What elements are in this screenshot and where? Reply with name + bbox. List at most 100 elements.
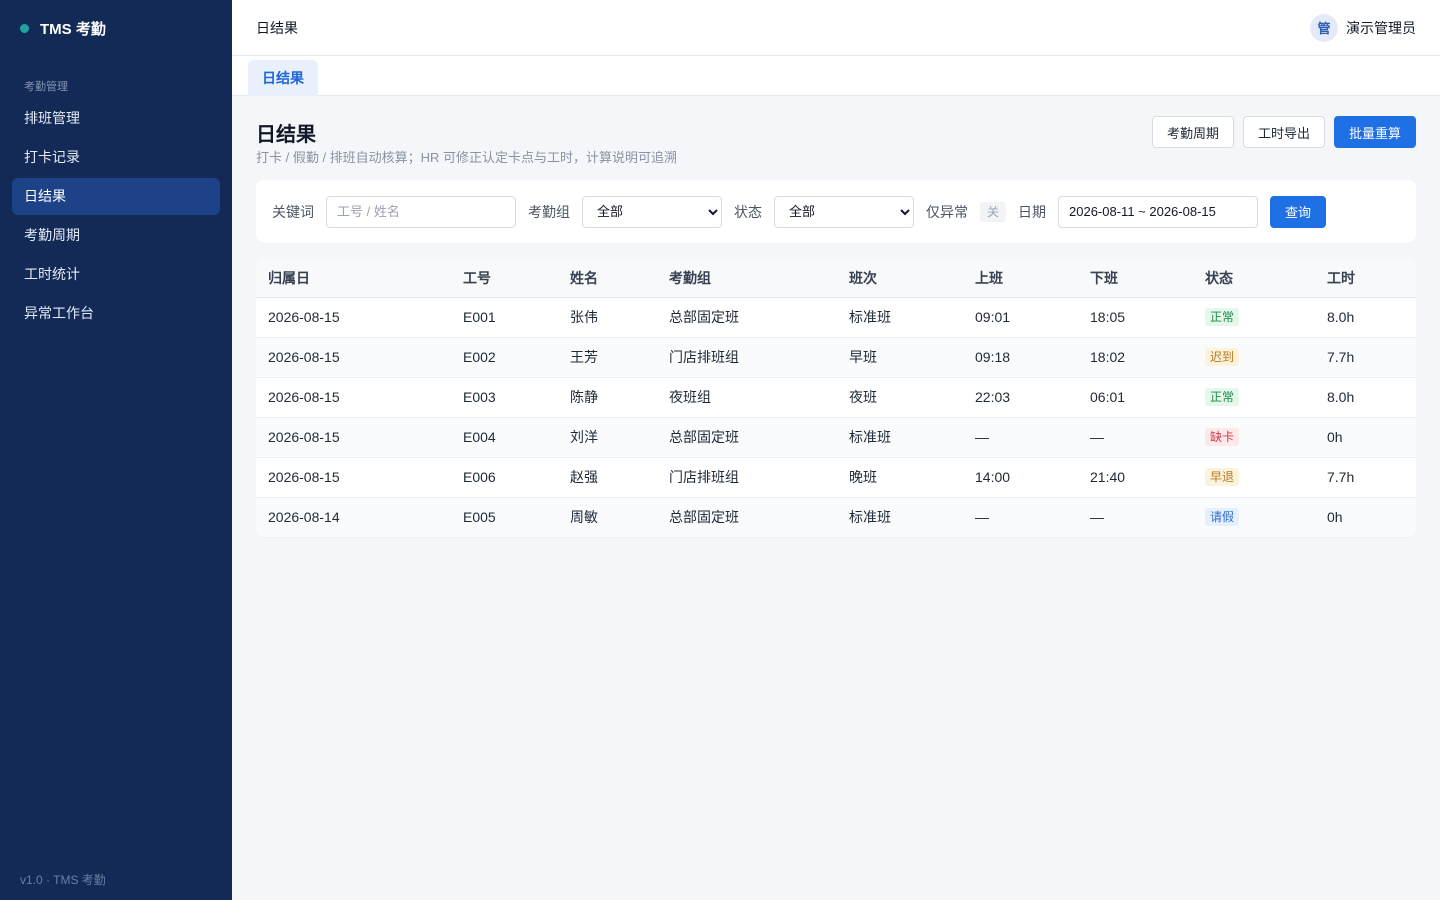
keyword-input[interactable] (326, 195, 516, 228)
column-header[interactable]: 考勤组 (657, 259, 837, 298)
status-badge: 请假 (1205, 508, 1240, 527)
cell-name: 周敏 (570, 509, 598, 526)
cell-employee-id: E001 (463, 309, 496, 325)
cell-date: 2026-08-15 (268, 389, 340, 405)
cell-name: 赵强 (570, 469, 598, 485)
cell-shift: 标准班 (849, 509, 891, 526)
column-header[interactable]: 姓名 (558, 259, 657, 298)
cell-group: 门店排班组 (669, 349, 739, 365)
table-row[interactable]: 2026-08-15 E006 赵强 门店排班组 晚班 14:00 21:40 早退 7.7h (256, 457, 1416, 497)
column-header[interactable]: 下班 (1078, 259, 1193, 298)
page-title: 日结果 (256, 124, 316, 146)
page-header: 日结果 打卡 / 假勤 / 排班自动核算；HR 可修正认定卡点与工时，计算说明可… (256, 96, 1416, 180)
tab-bar: 日结果 (232, 56, 1440, 96)
nav-list: 排班管理 打卡记录 日结果 考勤周期 工时统计 异常工作台 (0, 100, 232, 332)
cell-group: 总部固定班 (669, 429, 739, 445)
topbar: 日结果 管 演示管理员 (232, 0, 1440, 56)
query-button[interactable]: 查询 (1270, 195, 1327, 228)
filter-bar: 关键词 考勤组 全部 状态 全部 仅异常 关 日期 查询 (256, 180, 1416, 243)
status-label: 状态 (734, 203, 762, 220)
cell-group: 总部固定班 (669, 309, 739, 325)
results-table: 归属日 工号 姓名 考勤组 班次 上班 下班 状态 工时 2026-08-15 E… (256, 259, 1416, 537)
abnormal-only-toggle[interactable]: 关 (980, 201, 1007, 222)
cell-clock-in: 14:00 (975, 469, 1011, 485)
column-header[interactable]: 工时 (1315, 259, 1416, 298)
user-menu[interactable]: 管 演示管理员 (1310, 13, 1416, 42)
cell-name: 张伟 (570, 309, 598, 325)
date-label: 日期 (1018, 203, 1047, 220)
main-content: 日结果 打卡 / 假勤 / 排班自动核算；HR 可修正认定卡点与工时，计算说明可… (256, 96, 1416, 537)
table-body: 2026-08-15 E001 张伟 总部固定班 标准班 09:01 18:05 正常 8.0h… (256, 297, 1416, 537)
tab-daily-results[interactable]: 日结果 (248, 60, 318, 96)
cell-shift: 标准班 (849, 309, 891, 325)
keyword-label: 关键词 (272, 203, 314, 220)
cell-status: 早退 (1193, 457, 1315, 497)
cell-name: 刘洋 (570, 429, 598, 445)
cell-clock-in: — (975, 429, 989, 445)
nav-section-title: 考勤管理 (24, 81, 68, 93)
avatar[interactable]: 管 (1310, 13, 1338, 42)
table-row[interactable]: 2026-08-15 E001 张伟 总部固定班 标准班 09:01 18:05 正常 8.0h (256, 297, 1416, 337)
column-header[interactable]: 归属日 (256, 259, 451, 298)
cell-name: 陈静 (570, 389, 598, 405)
sidebar-item-daily-results[interactable]: 日结果 (12, 178, 220, 215)
status-badge: 早退 (1205, 468, 1240, 486)
cell-name: 王芳 (570, 349, 598, 365)
sidebar-item-attendance-cycle[interactable]: 考勤周期 (12, 217, 220, 254)
sidebar-item-schedule[interactable]: 排班管理 (12, 100, 220, 137)
cell-shift: 晚班 (849, 469, 877, 485)
cell-status: 正常 (1193, 377, 1315, 417)
page-subtitle: 打卡 / 假勤 / 排班自动核算；HR 可修正认定卡点与工时，计算说明可追溯 (256, 150, 678, 165)
sidebar: TMS 考勤 考勤管理 排班管理 打卡记录 日结果 考勤周期 工时统计 异常工作… (0, 0, 232, 900)
cell-status: 请假 (1193, 497, 1315, 537)
cell-employee-id: E002 (463, 349, 496, 365)
group-label: 考勤组 (528, 203, 570, 220)
cell-clock-out: 06:01 (1090, 389, 1126, 405)
sidebar-item-exception-workbench[interactable]: 异常工作台 (12, 295, 220, 332)
status-badge: 缺卡 (1205, 428, 1240, 446)
sidebar-item-clock-records[interactable]: 打卡记录 (12, 139, 220, 176)
cell-clock-out: — (1090, 429, 1104, 445)
column-header[interactable]: 班次 (837, 259, 963, 298)
cell-clock-in: 09:01 (975, 309, 1011, 325)
cell-employee-id: E004 (463, 429, 496, 445)
table-row[interactable]: 2026-08-15 E004 刘洋 总部固定班 标准班 — — 缺卡 0h (256, 417, 1416, 457)
user-name[interactable]: 演示管理员 (1346, 18, 1416, 38)
brand-dot-icon (20, 23, 29, 33)
sidebar-item-hours-stats[interactable]: 工时统计 (12, 256, 220, 293)
cell-hours: 7.7h (1327, 469, 1355, 485)
table-row[interactable]: 2026-08-15 E003 陈静 夜班组 夜班 22:03 06:01 正常 8.0h (256, 377, 1416, 417)
cell-group: 夜班组 (669, 389, 711, 405)
group-select[interactable]: 全部 (582, 195, 722, 228)
status-badge: 正常 (1205, 308, 1240, 326)
table-header-row: 归属日 工号 姓名 考勤组 班次 上班 下班 状态 工时 (256, 259, 1416, 298)
cell-status: 迟到 (1193, 337, 1315, 377)
cell-clock-in: 09:18 (975, 349, 1011, 365)
cell-clock-out: — (1090, 509, 1104, 526)
cell-date: 2026-08-14 (268, 509, 340, 526)
brand: TMS 考勤 (0, 0, 232, 56)
column-header[interactable]: 上班 (963, 259, 1078, 298)
cell-hours: 0h (1327, 509, 1343, 526)
table-row[interactable]: 2026-08-15 E002 王芳 门店排班组 早班 09:18 18:02 迟到 7.7h (256, 337, 1416, 377)
batch-recalculate-button[interactable]: 批量重算 (1333, 116, 1416, 148)
column-header[interactable]: 状态 (1193, 259, 1315, 298)
abnormal-only-label: 仅异常 (926, 203, 968, 220)
cell-clock-out: 18:02 (1090, 349, 1126, 365)
cell-clock-in: — (975, 509, 989, 526)
column-header[interactable]: 工号 (451, 259, 558, 298)
cell-hours: 8.0h (1327, 309, 1355, 325)
cell-clock-out: 18:05 (1090, 309, 1126, 325)
cell-employee-id: E005 (463, 509, 496, 526)
date-range-input[interactable] (1058, 195, 1259, 228)
results-table-card: 归属日 工号 姓名 考勤组 班次 上班 下班 状态 工时 2026-08-15 E… (256, 259, 1416, 537)
status-select[interactable]: 全部 (774, 195, 914, 228)
attendance-cycle-button[interactable]: 考勤周期 (1151, 116, 1234, 148)
cell-employee-id: E003 (463, 389, 496, 405)
page-actions: 考勤周期 工时导出 批量重算 (1143, 116, 1416, 148)
cell-date: 2026-08-15 (268, 429, 340, 445)
cell-hours: 7.7h (1327, 349, 1355, 365)
cell-clock-in: 22:03 (975, 389, 1011, 405)
table-row[interactable]: 2026-08-14 E005 周敏 总部固定班 标准班 — — 请假 0h (256, 497, 1416, 537)
export-hours-button[interactable]: 工时导出 (1242, 116, 1325, 148)
